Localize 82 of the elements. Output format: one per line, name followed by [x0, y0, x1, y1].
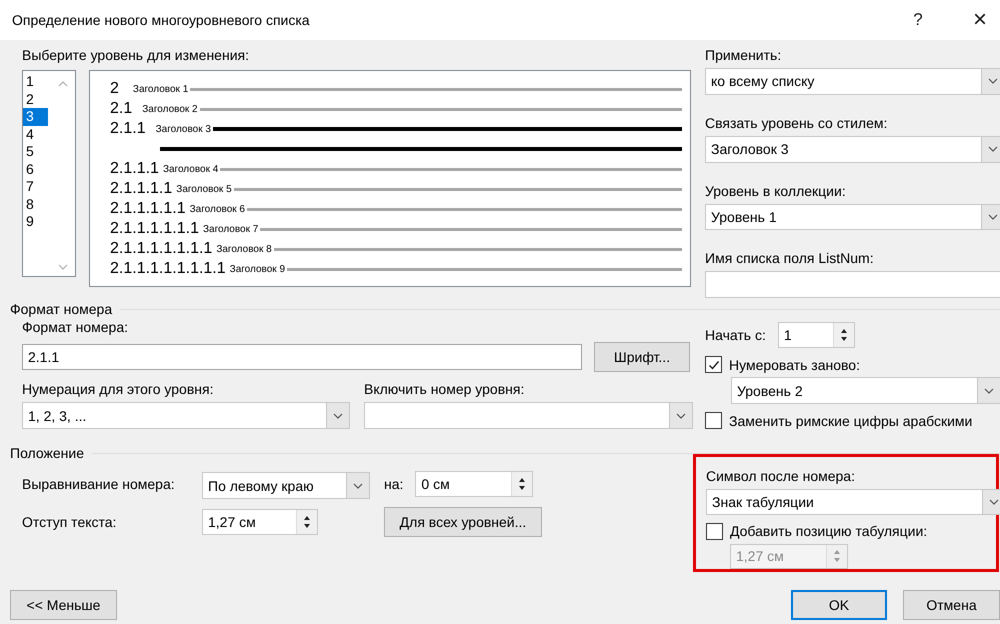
style-dropdown[interactable]: Заголовок 3 [705, 136, 1000, 162]
indent-spinner[interactable]: 1,27 см [202, 509, 318, 535]
preview-style: Заголовок 3 [156, 124, 211, 134]
alignment-label: Выравнивание номера: [22, 474, 176, 492]
level-item[interactable]: 3 [23, 108, 48, 126]
preview-number: 2.1.1.1.1.1.1.1.1 [110, 260, 226, 278]
scroll-up-icon[interactable] [58, 81, 68, 87]
aligned-at-label: на: [384, 474, 404, 492]
format-label: Формат номера: [22, 318, 130, 336]
spin-arrows-icon [838, 327, 849, 343]
all-levels-button[interactable]: Для всех уровней... [384, 507, 542, 537]
spin-arrows-icon [302, 514, 312, 530]
level-item[interactable]: 4 [23, 126, 48, 143]
numbering-style-dropdown[interactable]: 1, 2, 3, ... [22, 402, 350, 429]
level-item[interactable]: 2 [23, 90, 48, 108]
chevron-down-icon [988, 214, 998, 220]
less-button[interactable]: << Меньше [10, 590, 117, 620]
aligned-at-spinner[interactable]: 0 см [415, 470, 534, 496]
preview-style: Заголовок 9 [230, 264, 286, 274]
preview-number: 2.1.1 [110, 120, 146, 138]
preview-style: Заголовок 6 [190, 204, 245, 214]
include-level-label: Включить номер уровня: [364, 380, 526, 398]
section-heading: Формат номера [10, 301, 112, 317]
scroll-down-icon[interactable] [58, 264, 68, 270]
start-label: Начать с: [705, 326, 766, 344]
window-title: Определение нового многоуровневого списка [12, 12, 311, 28]
preview-number: 2.1.1.1 [110, 160, 159, 178]
preview-style: Заголовок 8 [216, 244, 272, 254]
preview-number: 2.1.1.1.1 [110, 180, 172, 198]
chevron-down-icon [353, 482, 363, 488]
preview-number: 2.1.1.1.1.1 [110, 200, 186, 218]
close-button[interactable]: × [960, 5, 1000, 35]
alignment-dropdown[interactable]: По левому краю [202, 472, 370, 499]
chevron-down-icon [988, 78, 998, 84]
ok-button[interactable]: OK [791, 590, 887, 620]
apply-label: Применить: [705, 46, 782, 64]
follow-label: Символ после номера: [706, 467, 856, 485]
gallery-level-label: Уровень в коллекции: [705, 182, 847, 200]
spin-arrows-icon [517, 476, 528, 492]
font-button[interactable]: Шрифт... [594, 342, 690, 372]
chevron-down-icon [988, 146, 998, 152]
level-item[interactable]: 8 [23, 196, 48, 213]
chevron-down-icon [984, 388, 994, 394]
format-field[interactable]: 2.1.1 [22, 344, 582, 370]
preview-number: 2 [110, 80, 119, 98]
listnum-label: Имя списка поля ListNum: [705, 249, 875, 268]
help-button[interactable]: ? [898, 5, 938, 35]
level-item[interactable]: 1 [23, 73, 48, 90]
preview-number: 2.1.1.1.1.1.1.1 [110, 240, 212, 258]
section-heading: Положение [10, 445, 84, 461]
preview-style: Заголовок 4 [162, 164, 218, 174]
preview-style: Заголовок 1 [132, 84, 188, 94]
indent-label: Отступ текста: [22, 513, 118, 531]
gallery-level-dropdown[interactable]: Уровень 1 [705, 204, 1000, 230]
start-spinner[interactable]: 1 [778, 322, 855, 348]
link-style-label: Связать уровень со стилем: [705, 114, 888, 132]
preview-style: Заголовок 2 [142, 104, 198, 114]
restart-checkbox[interactable]: Нумеровать заново: [705, 356, 1000, 373]
cancel-button[interactable]: Отмена [903, 590, 1000, 620]
level-label: Выберите уровень для изменения: [22, 46, 250, 64]
follow-dropdown[interactable]: Знак табуляции [706, 489, 1000, 515]
listnum-field[interactable] [705, 271, 1000, 298]
preview-style: Заголовок 5 [176, 184, 232, 194]
level-list[interactable]: 1 2 3 4 5 6 7 8 9 [22, 70, 76, 277]
restart-level-dropdown[interactable]: Уровень 2 [731, 377, 1000, 404]
level-item[interactable]: 5 [23, 143, 48, 160]
preview-number: 2.1 [110, 100, 132, 118]
preview-style: Заголовок 7 [202, 224, 258, 234]
add-tab-checkbox[interactable]: Добавить позицию табуляции: [706, 522, 996, 540]
preview-number: 2.1.1.1.1.1.1 [110, 220, 199, 238]
chevron-down-icon [333, 412, 343, 418]
chevron-down-icon [676, 412, 686, 418]
check-icon [708, 358, 720, 370]
spin-arrows-icon [832, 548, 842, 564]
level-item[interactable]: 6 [23, 160, 48, 178]
apply-dropdown[interactable]: ко всему списку [705, 68, 1000, 95]
chevron-down-icon [989, 498, 999, 505]
include-level-dropdown[interactable] [364, 402, 693, 429]
level-item[interactable]: 7 [23, 178, 48, 196]
legal-checkbox[interactable]: Заменить римские цифры арабскими [705, 412, 1000, 429]
level-item[interactable]: 9 [23, 213, 48, 230]
numbering-style-label: Нумерация для этого уровня: [22, 380, 214, 398]
